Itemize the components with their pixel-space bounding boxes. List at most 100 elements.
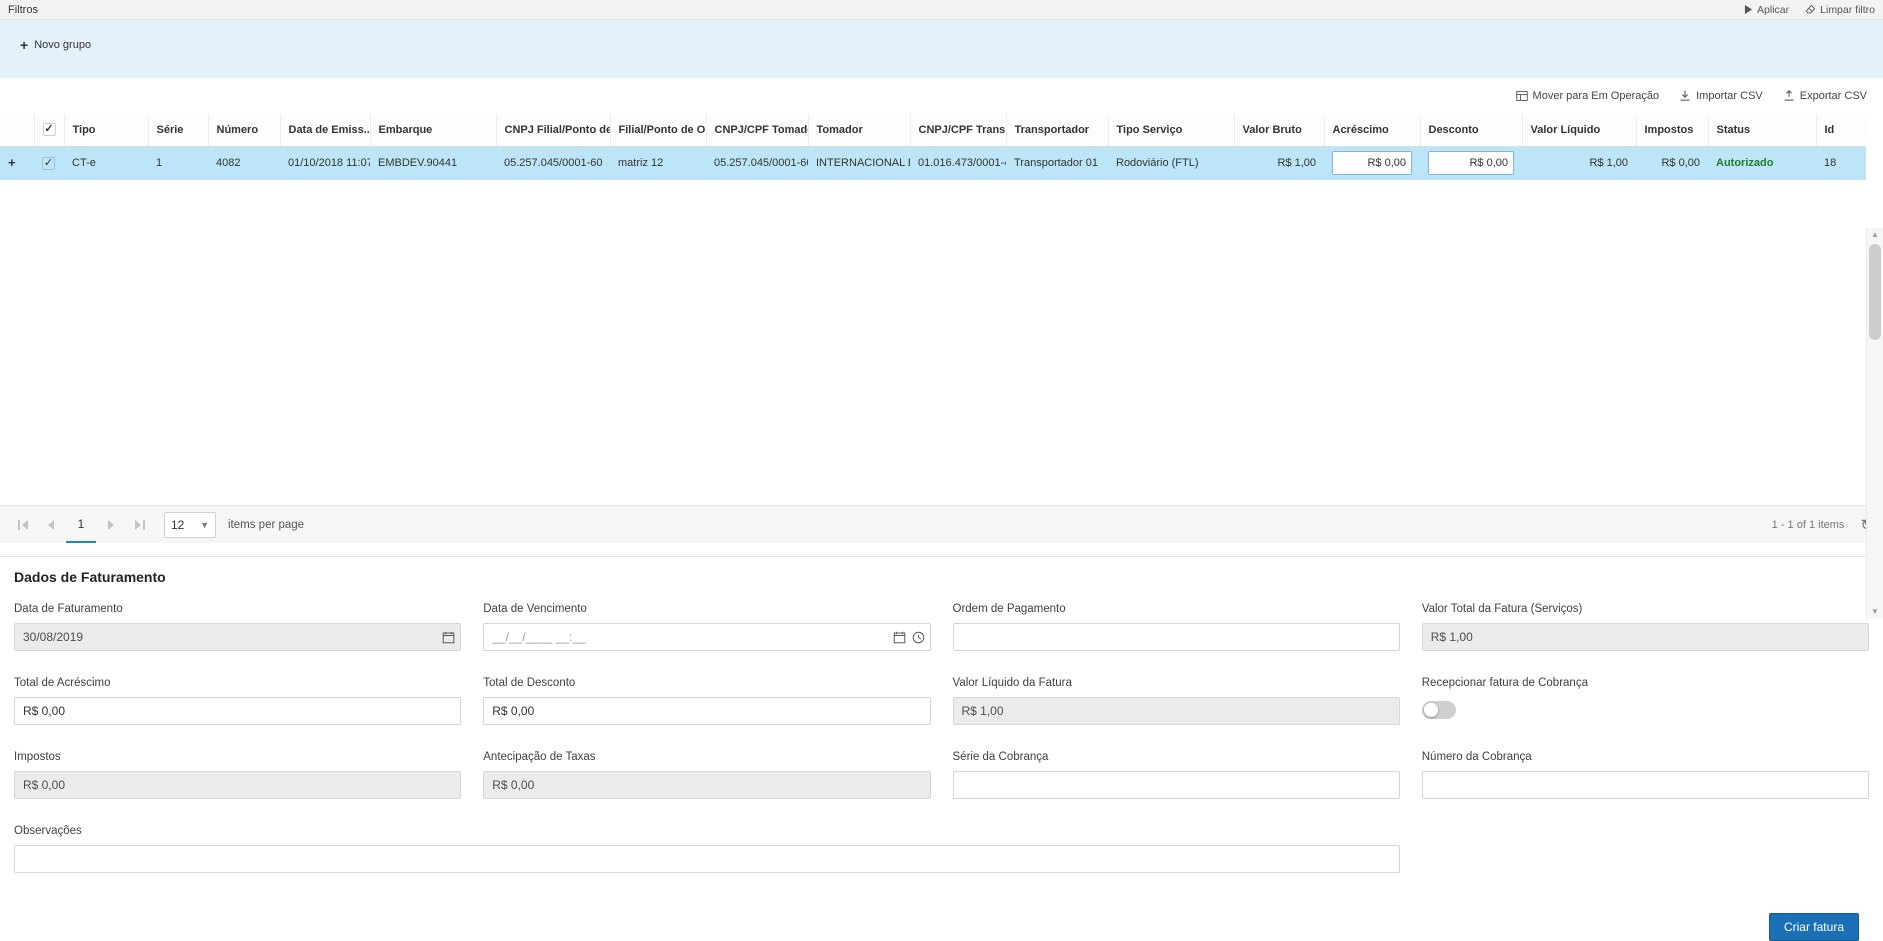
valor-liquido-label: Valor Líquido da Fatura — [953, 677, 1400, 689]
clear-filter-label: Limpar filtro — [1820, 4, 1875, 16]
column-header-cnpj-filial[interactable]: CNPJ Filial/Ponto de ... — [496, 114, 610, 146]
column-header-acrescimo[interactable]: Acréscimo — [1324, 114, 1420, 146]
data-vencimento-field: Data de Vencimento — [483, 603, 930, 651]
acrescimo-input[interactable] — [1332, 151, 1412, 175]
cell-tomador: INTERNACIONAL E ... — [808, 146, 910, 180]
import-csv-button[interactable]: Importar CSV — [1679, 90, 1763, 102]
items-per-page-label: items per page — [228, 519, 304, 531]
import-csv-label: Importar CSV — [1696, 90, 1763, 102]
impostos-field: Impostos — [14, 751, 461, 799]
antecipacao-input — [483, 771, 930, 799]
numero-cobranca-label: Número da Cobrança — [1422, 751, 1869, 763]
scrollbar-thumb[interactable] — [1869, 244, 1881, 340]
grid-empty-area — [0, 180, 1883, 505]
billing-section: Dados de Faturamento Data de Faturamento… — [0, 556, 1883, 941]
page-size-select[interactable]: 12 ▼ — [164, 512, 216, 538]
column-header-status[interactable]: Status — [1708, 114, 1816, 146]
calendar-icon[interactable] — [893, 631, 906, 644]
prev-page-button[interactable] — [38, 507, 64, 543]
scroll-up-icon[interactable]: ▲ — [1867, 228, 1883, 242]
column-header-serie[interactable]: Série — [148, 114, 208, 146]
observacoes-field: Observações — [14, 825, 1400, 873]
move-to-operation-button[interactable]: Mover para Em Operação — [1516, 90, 1660, 102]
valor-liquido-input — [953, 697, 1400, 725]
ordem-pagamento-input[interactable] — [953, 623, 1400, 651]
current-page[interactable]: 1 — [66, 507, 96, 543]
filters-title: Filtros — [8, 4, 38, 16]
cell-id: 18 — [1816, 146, 1866, 180]
toggle-knob-icon — [1424, 703, 1438, 717]
recepcionar-label: Recepcionar fatura de Cobrança — [1422, 677, 1869, 689]
observacoes-label: Observações — [14, 825, 1400, 837]
last-page-icon — [134, 520, 145, 530]
clear-filter-button[interactable]: Limpar filtro — [1805, 4, 1875, 16]
expand-row-button[interactable]: + — [8, 155, 16, 170]
impostos-label: Impostos — [14, 751, 461, 763]
cell-transportador: Transportador 01 — [1006, 146, 1108, 180]
column-header-id[interactable]: Id — [1816, 114, 1866, 146]
apply-filter-button[interactable]: Aplicar — [1744, 4, 1789, 16]
column-header-cnpj-transp[interactable]: CNPJ/CPF Transp... — [910, 114, 1006, 146]
cell-expand: + — [0, 146, 34, 180]
column-header-embarque[interactable]: Embarque — [370, 114, 496, 146]
cell-valor-bruto: R$ 1,00 — [1234, 146, 1324, 180]
column-header-numero[interactable]: Número — [208, 114, 280, 146]
column-header-tomador[interactable]: Tomador — [808, 114, 910, 146]
grid-toolbar: Mover para Em Operação Importar CSV Expo… — [0, 78, 1883, 114]
column-header-cnpj-tomador[interactable]: CNPJ/CPF Tomador — [706, 114, 808, 146]
desconto-input[interactable] — [1428, 151, 1514, 175]
column-header-data-emissao[interactable]: Data de Emiss... — [280, 114, 370, 146]
clock-icon[interactable] — [912, 631, 925, 644]
total-acrescimo-input[interactable] — [14, 697, 461, 725]
serie-cobranca-input[interactable] — [953, 771, 1400, 799]
pager-range-label: 1 - 1 of 1 items — [1772, 519, 1845, 531]
chevron-down-icon: ▼ — [200, 520, 209, 530]
select-all-checkbox[interactable]: ✓ — [43, 123, 56, 136]
serie-cobranca-field: Série da Cobrança — [953, 751, 1400, 799]
last-page-button[interactable] — [126, 507, 152, 543]
total-desconto-input[interactable] — [483, 697, 930, 725]
pager-right: 1 - 1 of 1 items ↻ — [1772, 516, 1873, 534]
column-header-valor-bruto[interactable]: Valor Bruto — [1234, 114, 1324, 146]
billing-title: Dados de Faturamento — [14, 569, 1869, 585]
prev-page-icon — [47, 520, 55, 530]
row-checkbox[interactable]: ✓ — [42, 157, 55, 170]
first-page-button[interactable] — [10, 507, 36, 543]
export-csv-button[interactable]: Exportar CSV — [1783, 90, 1867, 102]
scroll-down-icon[interactable]: ▼ — [1867, 605, 1883, 619]
next-page-button[interactable] — [98, 507, 124, 543]
eraser-icon — [1805, 4, 1816, 15]
impostos-input — [14, 771, 461, 799]
first-page-icon — [18, 520, 29, 530]
grid-header-row: ✓ Tipo Série Número Data de Emiss... Emb… — [0, 114, 1866, 146]
column-header-tipo-servico[interactable]: Tipo Serviço — [1108, 114, 1234, 146]
column-header-filial[interactable]: Filial/Ponto de O... — [610, 114, 706, 146]
cell-cnpj-transp: 01.016.473/0001-40 — [910, 146, 1006, 180]
criar-fatura-button[interactable]: Criar fatura — [1769, 913, 1859, 941]
page-size-value: 12 — [171, 518, 184, 532]
column-header-valor-liquido[interactable]: Valor Líquido — [1522, 114, 1636, 146]
cell-acrescimo — [1324, 146, 1420, 180]
documents-grid: ✓ Tipo Série Número Data de Emiss... Emb… — [0, 114, 1883, 543]
data-faturamento-label: Data de Faturamento — [14, 603, 461, 615]
table-row[interactable]: + ✓ CT-e 1 4082 01/10/2018 11:07 EMBDEV.… — [0, 146, 1866, 180]
cell-data-emissao: 01/10/2018 11:07 — [280, 146, 370, 180]
recepcionar-toggle[interactable] — [1422, 701, 1456, 719]
column-header-impostos[interactable]: Impostos — [1636, 114, 1708, 146]
column-header-expand — [0, 114, 34, 146]
calendar-icon[interactable] — [442, 631, 455, 644]
data-vencimento-label: Data de Vencimento — [483, 603, 930, 615]
column-header-transportador[interactable]: Transportador — [1006, 114, 1108, 146]
cell-desconto — [1420, 146, 1522, 180]
column-header-tipo[interactable]: Tipo — [64, 114, 148, 146]
vertical-scrollbar[interactable]: ▲ ▼ — [1866, 228, 1883, 619]
cell-cnpj-tomador: 05.257.045/0001-60 — [706, 146, 808, 180]
export-csv-label: Exportar CSV — [1800, 90, 1867, 102]
table-move-icon — [1516, 90, 1528, 102]
new-group-button[interactable]: + Novo grupo — [12, 32, 99, 58]
column-header-desconto[interactable]: Desconto — [1420, 114, 1522, 146]
numero-cobranca-input[interactable] — [1422, 771, 1869, 799]
play-icon — [1744, 5, 1753, 14]
data-vencimento-input[interactable] — [483, 623, 930, 651]
observacoes-input[interactable] — [14, 845, 1400, 873]
